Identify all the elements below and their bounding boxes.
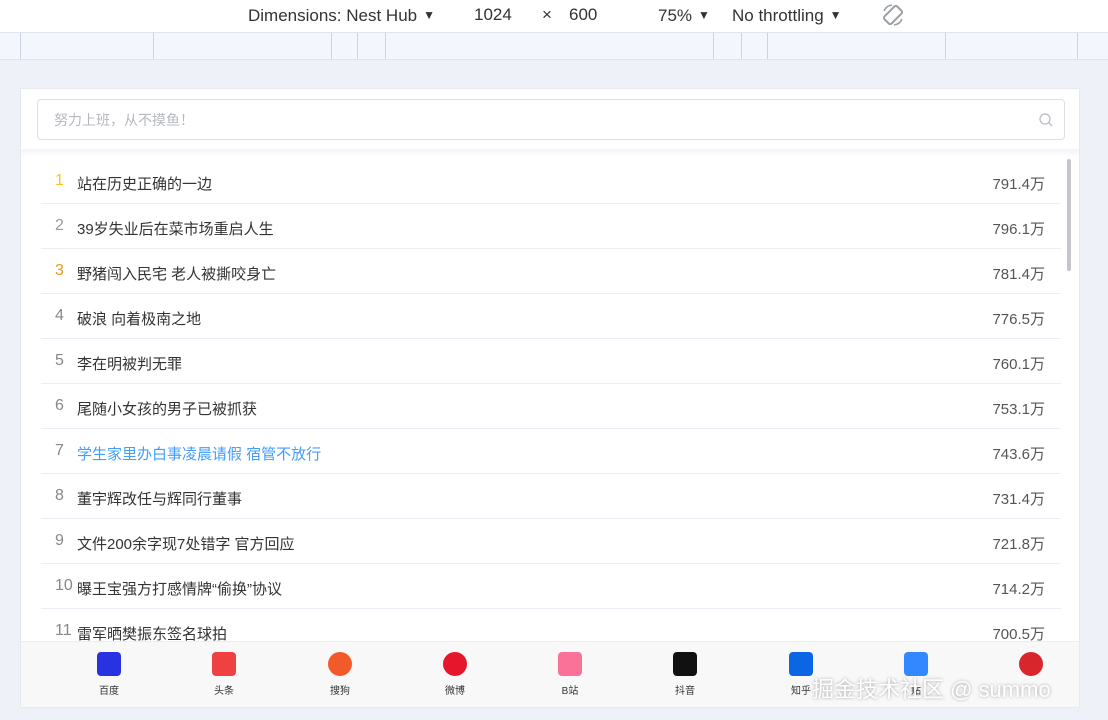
list-item[interactable]: 4 破浪 向着极南之地 776.5万 [41, 294, 1061, 339]
item-title[interactable]: 野猪闯入民宅 老人被撕咬身亡 [77, 263, 276, 284]
list-item[interactable]: 10 曝王宝强方打感情牌“偷换”协议 714.2万 [41, 564, 1061, 609]
list-item[interactable]: 6 尾随小女孩的男子已被抓获 753.1万 [41, 384, 1061, 429]
rotate-icon[interactable] [880, 2, 906, 28]
rank-number: 5 [55, 352, 64, 369]
item-title[interactable]: 站在历史正确的一边 [77, 173, 212, 194]
zoom-dropdown[interactable]: 75% ▼ [658, 4, 710, 27]
heat-value: 721.8万 [992, 536, 1045, 553]
list-item[interactable]: 7 学生家里办白事凌晨请假 宿管不放行 743.6万 [41, 429, 1061, 474]
rank-number: 2 [55, 217, 64, 234]
list-item[interactable]: 2 39岁失业后在菜市场重启人生 796.1万 [41, 204, 1061, 249]
times-symbol: × [542, 5, 552, 24]
throttling-label: No throttling [732, 6, 824, 25]
nav-label: 搜狗 [330, 686, 350, 697]
heat-value: 743.6万 [992, 446, 1045, 463]
media-query-ruler [0, 32, 1108, 60]
ruler-segment[interactable] [741, 33, 742, 59]
nav-label: 微博 [445, 686, 465, 697]
ruler-segment[interactable] [713, 33, 714, 59]
nav-label: 百度 [99, 686, 119, 697]
rank-number: 8 [55, 487, 64, 504]
list-item[interactable]: 8 董宇辉改任与辉同行董事 731.4万 [41, 474, 1061, 519]
rank-number: 9 [55, 532, 64, 549]
ruler-segment[interactable] [767, 33, 768, 59]
heat-value: 791.4万 [992, 176, 1045, 193]
heat-value: 781.4万 [992, 266, 1045, 283]
list-item[interactable]: 3 野猪闯入民宅 老人被撕咬身亡 781.4万 [41, 249, 1061, 294]
heat-value: 796.1万 [992, 221, 1045, 238]
heat-value: 776.5万 [992, 311, 1045, 328]
ruler-segment[interactable] [331, 33, 332, 59]
list-item[interactable]: 9 文件200余字现7处错字 官方回应 721.8万 [41, 519, 1061, 564]
nav-label: B站 [561, 686, 579, 697]
douyin-icon [673, 652, 697, 676]
ruler-segment[interactable] [153, 33, 154, 59]
item-title[interactable]: 39岁失业后在菜市场重启人生 [77, 218, 274, 239]
item-title[interactable]: 李在明被判无罪 [77, 353, 182, 374]
nav-label: 头条 [214, 686, 234, 697]
rank-number: 7 [55, 442, 64, 459]
rank-number: 11 [55, 622, 72, 639]
scrollbar[interactable] [1067, 159, 1071, 271]
rank-number: 6 [55, 397, 64, 414]
nav-item-douyin[interactable]: 抖音 [655, 652, 715, 697]
nav-item-weibo[interactable]: 微博 [425, 652, 485, 697]
search-input[interactable] [38, 100, 1028, 139]
heat-value: 731.4万 [992, 491, 1045, 508]
rank-number: 3 [55, 262, 64, 279]
chevron-down-icon: ▼ [829, 8, 842, 22]
ruler-segment[interactable] [357, 33, 358, 59]
search-box [37, 99, 1065, 140]
item-title[interactable]: 曝王宝强方打感情牌“偷换”协议 [77, 578, 282, 599]
zhihu-icon [789, 652, 813, 676]
nav-item-baidu[interactable]: 百度 [79, 652, 139, 697]
nav-label: 抖音 [675, 686, 695, 697]
ruler-segment[interactable] [945, 33, 946, 59]
ruler-segment[interactable] [1077, 33, 1078, 59]
height-input[interactable]: 600 [569, 4, 597, 26]
nav-item-bilibili[interactable]: B站 [540, 652, 600, 697]
search-icon[interactable] [1038, 112, 1054, 128]
list-item[interactable]: 5 李在明被判无罪 760.1万 [41, 339, 1061, 384]
hot-list: 1 站在历史正确的一边 791.4万 2 39岁失业后在菜市场重启人生 796.1万 3 野猪… [41, 159, 1061, 654]
watermark: 掘金技术社区 @ summo [812, 677, 1051, 702]
item-title[interactable]: 学生家里办白事凌晨请假 宿管不放行 [77, 443, 321, 464]
item-title[interactable]: 破浪 向着极南之地 [77, 308, 201, 329]
heat-value: 714.2万 [992, 581, 1045, 598]
zoom-label: 75% [658, 6, 693, 25]
divider [21, 149, 1079, 157]
baidu-icon [97, 652, 121, 676]
throttling-dropdown[interactable]: No throttling ▼ [732, 4, 842, 27]
rank-number: 10 [55, 577, 73, 594]
nav-item-sogou[interactable]: 搜狗 [310, 652, 370, 697]
app-viewport: 1 站在历史正确的一边 791.4万 2 39岁失业后在菜市场重启人生 796.1万 3 野猪… [20, 88, 1080, 708]
dimensions-dropdown[interactable]: Dimensions: Nest Hub ▼ [248, 4, 435, 27]
dimensions-label: Dimensions: Nest Hub [248, 6, 418, 25]
heat-value: 760.1万 [992, 356, 1045, 373]
sogou-icon [328, 652, 352, 676]
bilibili-icon [558, 652, 582, 676]
item-title[interactable]: 文件200余字现7处错字 官方回应 [77, 533, 295, 554]
rank-number: 1 [55, 172, 64, 189]
toutiao-icon [212, 652, 236, 676]
nav-item-toutiao[interactable]: 头条 [194, 652, 254, 697]
ruler-segment[interactable] [20, 33, 21, 59]
ruler-segment[interactable] [385, 33, 386, 59]
list-item[interactable]: 1 站在历史正确的一边 791.4万 [41, 159, 1061, 204]
item-title[interactable]: 尾随小女孩的男子已被抓获 [77, 398, 257, 419]
heat-value: 753.1万 [992, 401, 1045, 418]
rank-number: 4 [55, 307, 64, 324]
weibo-icon [443, 652, 467, 676]
item-title[interactable]: 董宇辉改任与辉同行董事 [77, 488, 242, 509]
chevron-down-icon: ▼ [423, 8, 436, 22]
width-input[interactable]: 1024 [474, 4, 512, 26]
chevron-down-icon: ▼ [698, 8, 710, 22]
device-toolbar: Dimensions: Nest Hub ▼ 1024 × 600 75% ▼ No… [0, 0, 1108, 32]
